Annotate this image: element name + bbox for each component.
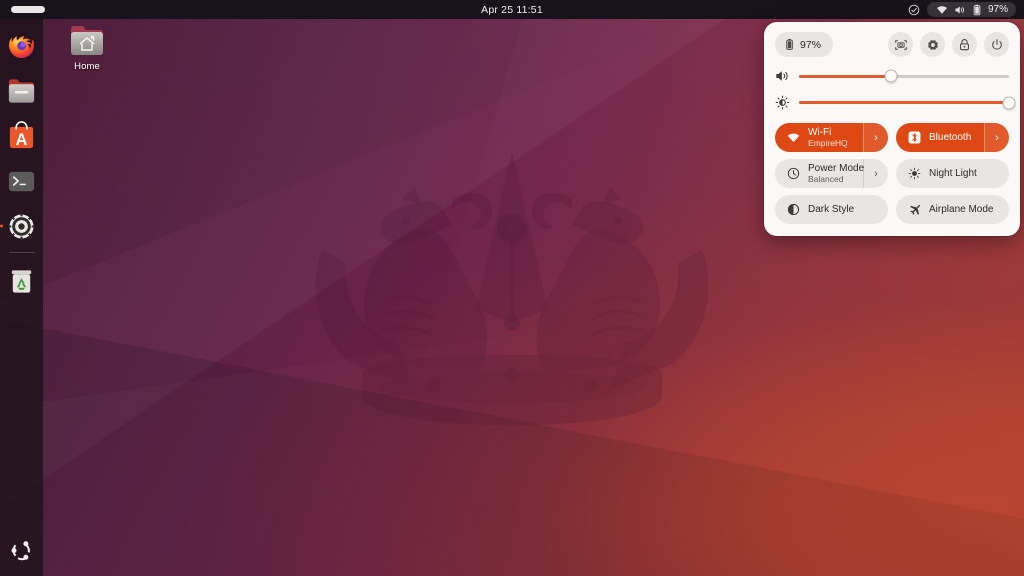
settings-button[interactable] [920, 32, 945, 57]
toggle-bluetooth-title: Bluetooth [929, 131, 972, 143]
gear-icon [8, 213, 35, 239]
dock-item-firefox[interactable] [5, 29, 39, 63]
desktop-icon-label: Home [74, 61, 100, 72]
quick-settings-panel: 97% Wi-Fi EmpireHQ › Bluetooth › Power M… [764, 22, 1020, 236]
ubuntu-logo-icon [11, 540, 30, 560]
chevron-right-icon[interactable]: › [984, 123, 1009, 152]
airplane-icon [907, 203, 922, 216]
quick-settings-header: 97% [775, 32, 1009, 57]
power-button[interactable] [984, 32, 1009, 57]
volume-icon [775, 69, 790, 83]
show-applications-button[interactable] [5, 533, 39, 567]
toggle-wifi[interactable]: Wi-Fi EmpireHQ › [775, 123, 888, 152]
toggle-airplane-mode[interactable]: Airplane Mode [896, 195, 1009, 224]
toggle-dark-style-text: Dark Style [808, 204, 854, 215]
volume-slider-fill [799, 74, 892, 78]
battery-percentage: 97% [987, 4, 1008, 15]
dock-item-app-center[interactable]: A [5, 119, 39, 153]
battery-chip-label: 97% [800, 38, 822, 51]
chevron-right-icon[interactable]: › [863, 123, 888, 152]
system-status-area[interactable]: 97% [908, 2, 1024, 17]
volume-slider-handle[interactable] [884, 69, 898, 83]
battery-chip[interactable]: 97% [775, 32, 834, 57]
brightness-slider-row [775, 95, 1016, 110]
toggle-night-light[interactable]: Night Light [896, 159, 1009, 188]
brightness-slider[interactable] [799, 96, 1016, 109]
files-icon [8, 78, 35, 103]
toggle-bluetooth[interactable]: Bluetooth › [896, 123, 1009, 152]
dock-item-trash[interactable] [5, 264, 39, 298]
terminal-icon [8, 171, 35, 191]
numbat-crown-emblem [302, 137, 722, 437]
toggle-bluetooth-text: Bluetooth [929, 132, 971, 143]
toggle-power-mode-title: Power Mode [808, 162, 865, 174]
toggle-power-mode-text: Power Mode Balanced [808, 163, 864, 185]
brightness-icon [775, 95, 790, 110]
trash-icon [11, 269, 32, 293]
toggle-wifi-subtitle: EmpireHQ [808, 137, 848, 148]
home-folder-icon [71, 26, 103, 55]
screenshot-button[interactable] [888, 32, 913, 57]
dock-separator [8, 252, 35, 253]
dock-item-terminal[interactable] [5, 164, 39, 198]
toggle-wifi-title: Wi-Fi [808, 126, 832, 138]
battery-icon [786, 38, 793, 50]
activities-button[interactable] [11, 6, 45, 13]
toggle-night-light-text: Night Light [929, 168, 977, 179]
battery-icon [973, 4, 981, 15]
brightness-slider-handle[interactable] [1002, 96, 1016, 109]
volume-slider[interactable] [799, 69, 1009, 83]
toggle-power-mode-subtitle: Balanced [808, 173, 844, 184]
volume-icon [955, 5, 965, 14]
dock-item-files[interactable] [5, 74, 39, 108]
brightness-slider-fill [799, 101, 1009, 104]
firefox-icon [9, 35, 34, 58]
toggle-dark-style[interactable]: Dark Style [775, 195, 888, 224]
app-center-icon: A [9, 120, 34, 149]
top-bar: Apr 25 11:51 97% [0, 0, 1024, 19]
status-indicators-pill[interactable]: 97% [926, 2, 1016, 17]
night-light-icon [907, 167, 922, 180]
dock: A [0, 19, 43, 576]
dark-style-icon [786, 203, 801, 216]
power-icon [991, 38, 1002, 50]
power-mode-icon [786, 167, 801, 180]
quick-settings-actions [888, 32, 1009, 57]
dock-item-settings[interactable] [5, 209, 39, 243]
wifi-icon [937, 5, 947, 14]
toggle-wifi-text: Wi-Fi EmpireHQ [808, 127, 848, 149]
wifi-icon [786, 132, 801, 144]
gear-icon [927, 39, 938, 50]
toggle-power-mode[interactable]: Power Mode Balanced › [775, 159, 888, 188]
desktop-icon-home[interactable]: Home [62, 24, 112, 72]
chevron-right-icon[interactable]: › [863, 159, 888, 188]
clock[interactable]: Apr 25 11:51 [475, 4, 549, 16]
toggle-airplane-mode-title: Airplane Mode [929, 203, 994, 215]
lock-button[interactable] [952, 32, 977, 57]
svg-text:A: A [16, 131, 28, 149]
toggle-night-light-title: Night Light [929, 167, 977, 179]
quick-toggle-grid: Wi-Fi EmpireHQ › Bluetooth › Power Mode … [775, 123, 1009, 224]
bluetooth-icon [907, 131, 922, 144]
toggle-airplane-mode-text: Airplane Mode [929, 204, 993, 215]
check-circle-icon [908, 4, 920, 15]
clock-area: Apr 25 11:51 [0, 0, 1024, 19]
volume-slider-row [775, 69, 1009, 83]
lock-icon [960, 38, 969, 50]
toggle-dark-style-title: Dark Style [808, 203, 855, 215]
screenshot-icon [894, 39, 907, 50]
